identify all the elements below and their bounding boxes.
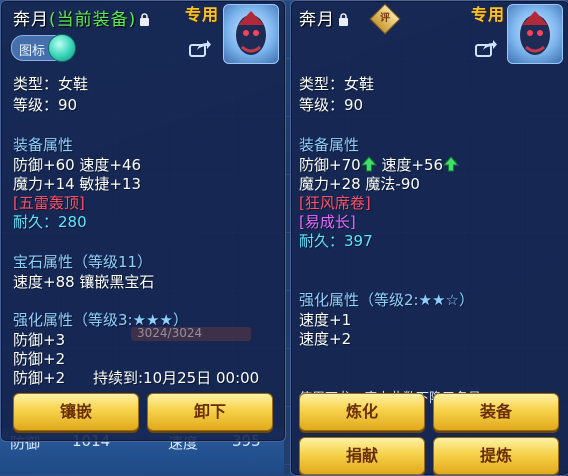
lock-icon: [339, 13, 348, 26]
icon-toggle[interactable]: 图标: [11, 34, 76, 62]
icon-toggle-label: 图标: [19, 44, 46, 59]
enhance-attr-header: 强化属性（等级3:★★★）: [13, 311, 188, 329]
equip-button[interactable]: 装备: [433, 393, 559, 431]
inlay-button[interactable]: 镶嵌: [13, 393, 139, 431]
item-name: 奔月: [13, 10, 49, 30]
up-arrow-icon: [443, 156, 460, 172]
current-equipped-tag: (当前装备): [49, 10, 137, 30]
special-skill-2: [狂风席卷]: [299, 194, 371, 212]
gem-line: 速度+88 镶嵌黑宝石: [13, 273, 155, 291]
attr-line-1-compare: 防御+70 速度+56: [299, 154, 460, 175]
attr-line-1: 防御+60 速度+46: [13, 156, 142, 174]
enhance-line-3: 防御+2: [13, 369, 66, 387]
speed-value: 速度+56: [381, 156, 444, 174]
appraise-seal-icon: 评: [369, 3, 401, 35]
exclusive-tag: 专用: [185, 5, 220, 24]
durability-label: 耐久：: [13, 213, 59, 231]
enhance-attr-header-2: 强化属性（等级2:★★☆）: [299, 291, 474, 309]
extract-button[interactable]: 提炼: [433, 437, 559, 475]
durability-value: 280: [58, 213, 87, 231]
up-arrow-icon: [360, 156, 377, 172]
equip-attr-header-2: 装备属性: [299, 136, 360, 154]
exclusive-tag-2: 专用: [471, 5, 506, 24]
defense-value: 防御+70: [299, 156, 361, 174]
level-line-2: 等级：90: [299, 96, 364, 114]
durability-label-2: 耐久：: [299, 232, 345, 250]
durability-2: 耐久：397: [299, 230, 373, 251]
level-line: 等级：90: [13, 96, 78, 114]
lock-icon: [140, 13, 150, 26]
character-portrait-icon: [236, 11, 266, 55]
compare-item-panel: 奔月 评 专用 类型：女鞋 等级：90 装备属性 防御+70 速度+56 魔力+…: [290, 0, 568, 476]
special-skill: [五雷轰顶]: [13, 194, 85, 212]
enhance-line-2: 防御+2: [13, 350, 66, 368]
durability-value-2: 397: [344, 232, 373, 250]
equip-attr-header: 装备属性: [13, 136, 74, 154]
item-title-2: 奔月: [299, 5, 349, 30]
current-equipment-panel: 奔月(当前装备) 专用 图标 3024/3024 类型：女鞋 等级：90 装备属…: [0, 0, 286, 442]
item-name-2: 奔月: [299, 10, 335, 30]
share-icon[interactable]: [189, 39, 211, 57]
special-effect: [易成长]: [299, 213, 356, 231]
enhance-line-2-compare: 速度+2: [299, 330, 352, 348]
attr-line-2: 魔力+14 敏捷+13: [13, 175, 142, 193]
appraise-seal-char: 评: [380, 13, 390, 24]
item-title: 奔月(当前装备): [13, 5, 150, 30]
toggle-knob[interactable]: [48, 34, 76, 62]
enhance-line-1-compare: 速度+1: [299, 311, 352, 329]
refine-button[interactable]: 炼化: [299, 393, 425, 431]
type-line: 类型：女鞋: [13, 75, 89, 93]
unequip-button[interactable]: 卸下: [147, 393, 273, 431]
durability: 耐久：280: [13, 211, 87, 232]
character-avatar: [223, 4, 279, 64]
donate-button[interactable]: 捐献: [299, 437, 425, 475]
type-line-2: 类型：女鞋: [299, 75, 375, 93]
gem-attr-header: 宝石属性（等级11）: [13, 253, 153, 271]
duration-text: 持续到:10月25日 00:00: [93, 369, 260, 387]
character-portrait-icon: [520, 11, 550, 55]
share-icon[interactable]: [475, 39, 497, 57]
character-avatar-2: [507, 4, 563, 64]
attr-line-2-compare: 魔力+28 魔法-90: [299, 175, 420, 193]
enhance-line-1: 防御+3: [13, 331, 66, 349]
